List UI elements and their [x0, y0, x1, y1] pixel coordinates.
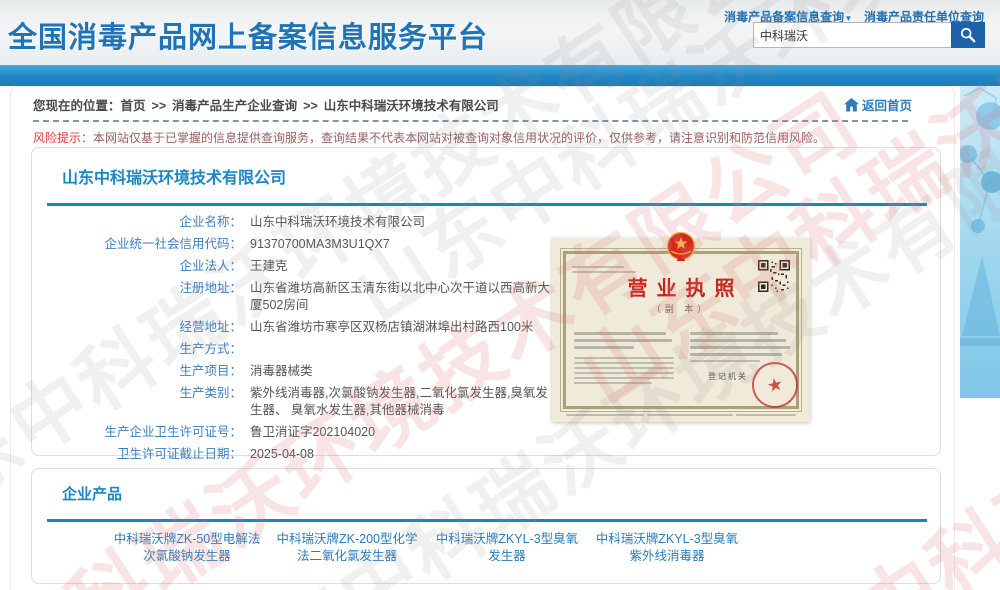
field-value: 紫外线消毒器,次氯酸钠发生器,二氧化氯发生器,臭氧发生器、 臭氧水发生器,其他器…	[250, 385, 555, 419]
section-divider	[47, 519, 927, 522]
company-field-row: 注册地址： 山东省潍坊高新区玉清东街以北中心次干道以西高新大厦502房间	[32, 280, 572, 314]
field-label: 经营地址：	[32, 319, 242, 336]
field-value: 山东省潍坊高新区玉清东街以北中心次干道以西高新大厦502房间	[250, 280, 555, 314]
company-field-row: 企业法人： 王建克	[32, 258, 572, 275]
field-value: 消毒器械类	[250, 363, 313, 380]
field-label: 生产方式：	[32, 341, 242, 358]
field-label: 企业法人：	[32, 258, 242, 275]
field-label: 生产企业卫生许可证号：	[32, 424, 242, 441]
field-value: 鲁卫消证字202104020	[250, 424, 375, 441]
product-link[interactable]: 中科瑞沃牌ZK-50型电解法次氯酸钠发生器	[112, 531, 262, 565]
product-link[interactable]: 中科瑞沃牌ZKYL-3型臭氧发生器	[432, 531, 582, 565]
breadcrumb-home-link[interactable]: 首页	[121, 99, 146, 113]
company-products-panel: 企业产品 中科瑞沃牌ZK-50型电解法次氯酸钠发生器 中科瑞沃牌ZK-200型化…	[31, 468, 941, 584]
qr-code	[758, 260, 790, 297]
search-input[interactable]	[753, 22, 951, 48]
field-label: 生产类别：	[32, 385, 242, 419]
field-value: 91370700MA3M3U1QX7	[250, 236, 390, 253]
company-field-row: 卫生许可证截止日期： 2025-04-08	[32, 446, 572, 463]
license-footnotes	[566, 414, 796, 419]
return-home-label: 返回首页	[862, 95, 912, 114]
search-icon	[960, 27, 976, 43]
license-right-fields	[690, 332, 790, 365]
field-value: 山东中科瑞沃环境技术有限公司	[250, 214, 425, 231]
field-value: 王建克	[250, 258, 288, 275]
return-home-link[interactable]: 返回首页	[844, 95, 912, 114]
dashed-divider	[33, 120, 908, 122]
search-button[interactable]	[951, 22, 985, 48]
risk-notice-text: 本网站仅基于已掌握的信息提供查询服务，查询结果不代表本网站对被查询对象信用状况的…	[93, 131, 825, 145]
product-link[interactable]: 中科瑞沃牌ZKYL-3型臭氧紫外线消毒器	[592, 531, 742, 565]
company-title: 山东中科瑞沃环境技术有限公司	[62, 164, 286, 188]
company-field-row: 企业名称： 山东中科瑞沃环境技术有限公司	[32, 214, 572, 231]
field-value: 山东省潍坊市寒亭区双杨店镇湖淋埠出村路西100米	[250, 319, 533, 336]
company-field-row: 生产方式：	[32, 341, 572, 358]
breadcrumb-separator: >>	[303, 99, 318, 113]
breadcrumb-separator: >>	[152, 99, 167, 113]
field-label: 生产项目：	[32, 363, 242, 380]
main-content-card: 您现在的位置：首页 >> 消毒产品生产企业查询 >> 山东中科瑞沃环境技术有限公司 返回…	[10, 86, 955, 590]
license-issuer-label: 登记机关	[708, 371, 748, 382]
search-bar	[753, 22, 985, 48]
breadcrumb-label: 您现在的位置：	[33, 99, 121, 113]
company-field-row: 生产类别： 紫外线消毒器,次氯酸钠发生器,二氧化氯发生器,臭氧发生器、 臭氧水发…	[32, 385, 572, 419]
site-title: 全国消毒产品网上备案信息服务平台	[8, 14, 488, 56]
field-label: 企业统一社会信用代码：	[32, 236, 242, 253]
home-icon	[844, 98, 859, 112]
products-title: 企业产品	[62, 483, 122, 504]
company-field-row: 生产企业卫生许可证号： 鲁卫消证字202104020	[32, 424, 572, 441]
product-links-row: 中科瑞沃牌ZK-50型电解法次氯酸钠发生器 中科瑞沃牌ZK-200型化学法二氧化…	[112, 531, 742, 565]
company-field-row: 经营地址： 山东省潍坊市寒亭区双杨店镇湖淋埠出村路西100米	[32, 319, 572, 336]
header-divider-band	[0, 65, 1000, 86]
risk-notice: 风险提示：本网站仅基于已掌握的信息提供查询服务，查询结果不代表本网站对被查询对象…	[33, 129, 825, 146]
business-license-image[interactable]: 营业执照 （副 本）	[552, 238, 810, 422]
company-info-panel: 山东中科瑞沃环境技术有限公司 企业名称： 山东中科瑞沃环境技术有限公司 企业统一…	[31, 147, 941, 456]
molecule-decoration	[960, 86, 1000, 398]
section-divider	[47, 203, 927, 206]
breadcrumb-category-link[interactable]: 消毒产品生产企业查询	[172, 99, 297, 113]
field-value: 2025-04-08	[250, 446, 314, 463]
breadcrumb-current: 山东中科瑞沃环境技术有限公司	[324, 99, 499, 113]
license-serial-lines	[572, 266, 636, 276]
page-header: 全国消毒产品网上备案信息服务平台 消毒产品备案信息查询▾ 消毒产品责任单位查询	[0, 0, 1000, 65]
company-field-row: 企业统一社会信用代码： 91370700MA3M3U1QX7	[32, 236, 572, 253]
company-field-row: 生产项目： 消毒器械类	[32, 363, 572, 380]
license-left-fields	[574, 332, 674, 387]
field-label: 卫生许可证截止日期：	[32, 446, 242, 463]
product-link[interactable]: 中科瑞沃牌ZK-200型化学法二氧化氯发生器	[272, 531, 422, 565]
company-fields-list: 企业名称： 山东中科瑞沃环境技术有限公司 企业统一社会信用代码： 9137070…	[32, 214, 572, 468]
field-label: 企业名称：	[32, 214, 242, 231]
national-emblem-icon	[666, 231, 696, 268]
license-subtitle: （副 本）	[552, 302, 810, 315]
risk-notice-label: 风险提示：	[33, 131, 93, 145]
field-label: 注册地址：	[32, 280, 242, 314]
breadcrumb: 您现在的位置：首页 >> 消毒产品生产企业查询 >> 山东中科瑞沃环境技术有限公司	[33, 95, 499, 114]
